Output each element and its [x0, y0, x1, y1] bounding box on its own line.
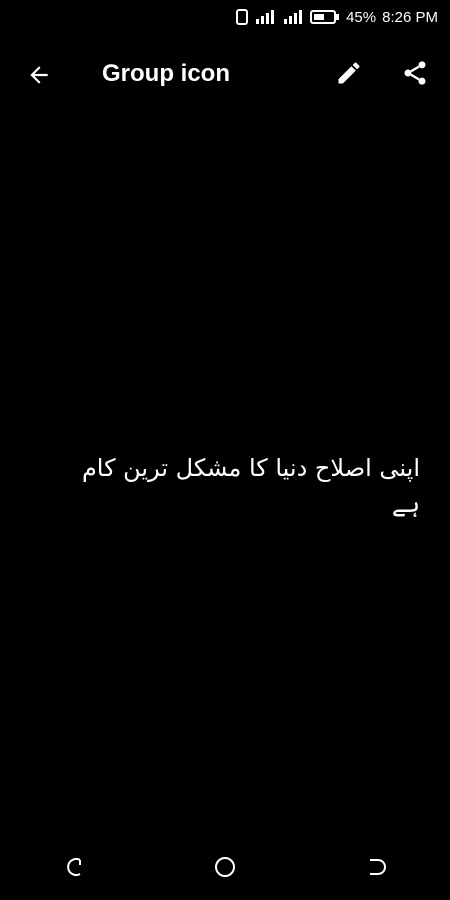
battery-percent: 45% — [346, 8, 377, 26]
page-title: Group icon — [102, 60, 230, 87]
pencil-icon — [338, 62, 360, 84]
signal-icon — [256, 10, 275, 24]
home-button[interactable] — [205, 847, 245, 887]
signal-icon-2 — [284, 10, 303, 24]
navigation-bar — [0, 834, 450, 900]
app-bar: Group icon — [0, 34, 450, 114]
edit-button[interactable] — [332, 56, 366, 90]
recent-apps-icon — [67, 858, 81, 876]
share-icon — [404, 61, 426, 85]
phone-icon — [236, 9, 249, 25]
back-button[interactable] — [22, 58, 56, 92]
image-caption-text: اپنی اصلاح دنیا کا مشکل ترین کام ہے — [81, 454, 420, 518]
back-icon — [370, 859, 386, 875]
arrow-back-icon — [30, 66, 48, 84]
clock: 8:26 PM — [382, 8, 438, 26]
battery-icon — [310, 10, 340, 24]
recent-apps-button[interactable] — [55, 847, 95, 887]
home-icon — [215, 857, 235, 877]
status-bar: 45% 8:26 PM — [0, 0, 450, 34]
nav-back-button[interactable] — [355, 847, 395, 887]
share-button[interactable] — [398, 56, 432, 90]
